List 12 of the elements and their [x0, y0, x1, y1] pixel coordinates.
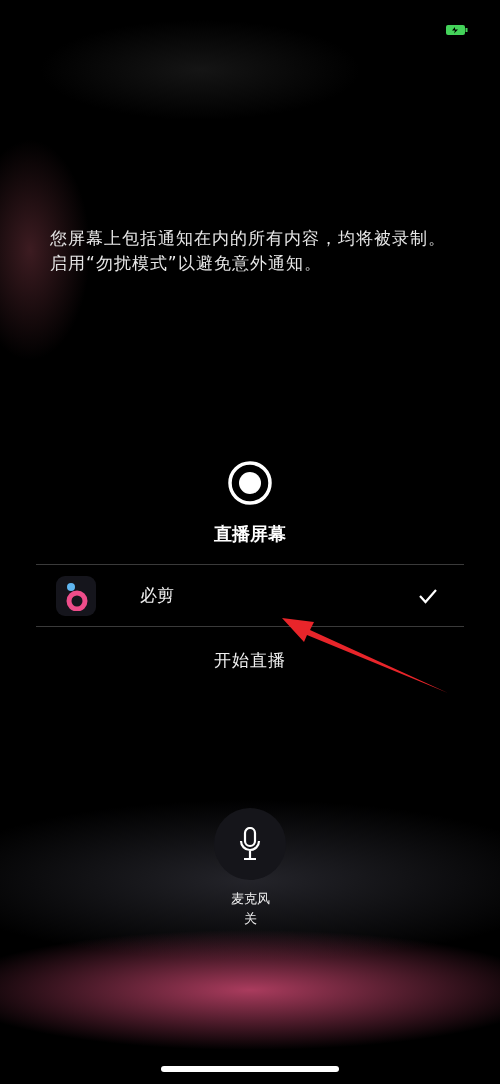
- checkmark-icon: [418, 587, 438, 604]
- recording-notice: 您屏幕上包括通知在内的所有内容，均将被录制。启用“勿扰模式”以避免意外通知。: [50, 227, 447, 275]
- microphone-status: 关: [243, 910, 257, 928]
- app-row[interactable]: 必剪: [36, 565, 464, 627]
- microphone-icon: [239, 827, 261, 861]
- microphone-label: 麦克风: [230, 890, 270, 908]
- app-name: 必剪: [140, 584, 175, 607]
- battery-icon: [446, 24, 468, 36]
- start-broadcast-button[interactable]: 开始直播: [206, 645, 294, 676]
- broadcast-title: 直播屏幕: [214, 522, 286, 546]
- record-icon: [227, 460, 273, 506]
- app-icon: [56, 575, 96, 616]
